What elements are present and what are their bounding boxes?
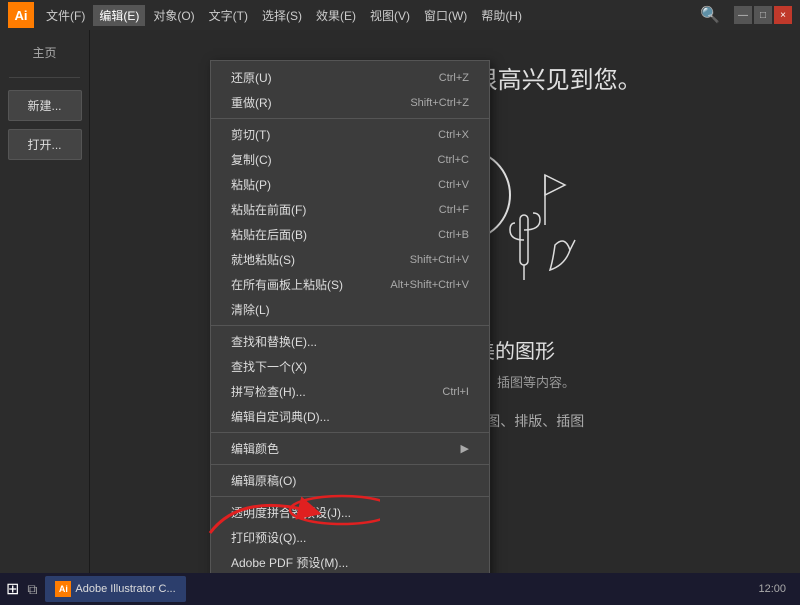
menu-pdf-preset[interactable]: Adobe PDF 预设(M)... [211, 550, 489, 573]
menu-cut[interactable]: 剪切(T)Ctrl+X [211, 122, 489, 147]
close-button[interactable]: × [774, 6, 792, 24]
menu-edit-colors[interactable]: 编辑颜色▶ [211, 436, 489, 461]
task-view-button[interactable]: ⧉ [27, 581, 37, 598]
menu-clear[interactable]: 清除(L) [211, 297, 489, 322]
taskbar-ai-task[interactable]: Ai Adobe Illustrator C... [45, 576, 185, 602]
menu-file[interactable]: 文件(F) [40, 5, 91, 26]
taskbar-task-label: Adobe Illustrator C... [75, 583, 175, 595]
system-tray: 12:00 [758, 583, 794, 595]
main-layout: 主页 新建... 打开... 欢迎使用 Illustrator。很高兴见到您。 [0, 30, 800, 573]
menu-separator-1 [211, 118, 489, 119]
menu-edit-original[interactable]: 编辑原稿(O) [211, 468, 489, 493]
app-logo: Ai [8, 2, 34, 28]
menu-transparency-flattener[interactable]: 透明度拼合器预设(J)... [211, 500, 489, 525]
home-button[interactable]: 主页 [9, 40, 80, 65]
open-document-button[interactable]: 打开... [8, 129, 82, 160]
maximize-button[interactable]: □ [754, 6, 772, 24]
menu-select[interactable]: 选择(S) [256, 5, 308, 26]
menu-separator-5 [211, 496, 489, 497]
menu-help[interactable]: 帮助(H) [475, 5, 528, 26]
menu-effect[interactable]: 效果(E) [310, 5, 362, 26]
window-controls: — □ × [734, 6, 792, 24]
menu-print-preset[interactable]: 打印预设(Q)... [211, 525, 489, 550]
menu-edit-dictionary[interactable]: 编辑自定词典(D)... [211, 404, 489, 429]
menu-paste-allboards[interactable]: 在所有画板上粘贴(S)Alt+Shift+Ctrl+V [211, 272, 489, 297]
menu-separator-2 [211, 325, 489, 326]
menu-separator-4 [211, 464, 489, 465]
menu-paste-front[interactable]: 粘贴在前面(F)Ctrl+F [211, 197, 489, 222]
minimize-button[interactable]: — [734, 6, 752, 24]
menu-undo[interactable]: 还原(U)Ctrl+Z [211, 65, 489, 90]
content-area: 欢迎使用 Illustrator。很高兴见到您。 [90, 30, 800, 573]
dropdown-overlay: 还原(U)Ctrl+Z 重做(R)Shift+Ctrl+Z 剪切(T)Ctrl+… [90, 60, 800, 573]
menu-paste[interactable]: 粘贴(P)Ctrl+V [211, 172, 489, 197]
menu-bar: 文件(F) 编辑(E) 对象(O) 文字(T) 选择(S) 效果(E) 视图(V… [40, 5, 728, 26]
menu-window[interactable]: 窗口(W) [418, 5, 473, 26]
menu-spellcheck[interactable]: 拼写检查(H)...Ctrl+I [211, 379, 489, 404]
menu-paste-inplace[interactable]: 就地粘贴(S)Shift+Ctrl+V [211, 247, 489, 272]
menu-view[interactable]: 视图(V) [364, 5, 416, 26]
taskbar: ⊞ ⧉ Ai Adobe Illustrator C... 12:00 [0, 573, 800, 605]
title-bar: Ai 文件(F) 编辑(E) 对象(O) 文字(T) 选择(S) 效果(E) 视… [0, 0, 800, 30]
menu-redo[interactable]: 重做(R)Shift+Ctrl+Z [211, 90, 489, 115]
menu-text[interactable]: 文字(T) [203, 5, 254, 26]
taskbar-ai-icon: Ai [55, 581, 71, 597]
search-icon[interactable]: 🔍 [700, 5, 720, 25]
menu-paste-back[interactable]: 粘贴在后面(B)Ctrl+B [211, 222, 489, 247]
start-button[interactable]: ⊞ [6, 579, 19, 599]
menu-copy[interactable]: 复制(C)Ctrl+C [211, 147, 489, 172]
menu-separator-3 [211, 432, 489, 433]
menu-object[interactable]: 对象(O) [147, 5, 200, 26]
edit-dropdown-menu: 还原(U)Ctrl+Z 重做(R)Shift+Ctrl+Z 剪切(T)Ctrl+… [210, 60, 490, 573]
menu-find-replace[interactable]: 查找和替换(E)... [211, 329, 489, 354]
new-document-button[interactable]: 新建... [8, 90, 82, 121]
menu-find-next[interactable]: 查找下一个(X) [211, 354, 489, 379]
menu-edit[interactable]: 编辑(E) [93, 5, 145, 26]
sidebar: 主页 新建... 打开... [0, 30, 90, 573]
